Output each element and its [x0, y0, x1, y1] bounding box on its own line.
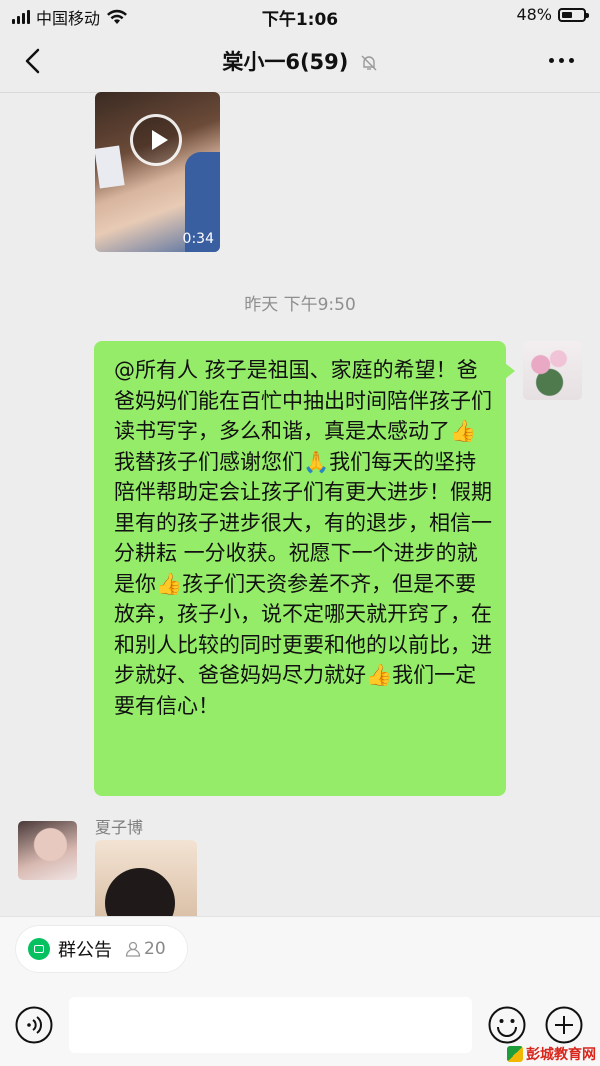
video-message[interactable]: 0:34 [95, 92, 220, 252]
watermark-logo-icon [507, 1046, 523, 1062]
emoji-icon[interactable] [488, 1006, 526, 1044]
mute-bell-icon [361, 55, 377, 71]
battery-icon [558, 7, 589, 22]
my-avatar[interactable] [523, 341, 582, 400]
plus-icon[interactable] [545, 1006, 583, 1044]
site-watermark: 彭城教育网 [507, 1043, 596, 1065]
more-options-icon[interactable] [549, 58, 574, 63]
video-duration: 0:34 [182, 231, 214, 247]
person-icon [125, 941, 141, 957]
chat-screen: 中国移动 下午1:06 48% 棠小一6(59) 0:34 昨天 下午9:50 … [0, 0, 600, 1066]
watermark-text: 彭城教育网 [526, 1047, 596, 1063]
chat-title: 棠小一6(59) [0, 46, 600, 76]
video-scene-paper [95, 145, 125, 189]
status-right: 48% [516, 5, 589, 24]
chat-title-text: 棠小一6(59) [222, 50, 349, 74]
announcement-icon [28, 938, 50, 960]
member-count: 20 [124, 939, 166, 959]
play-icon[interactable] [130, 114, 182, 166]
announcement-label: 群公告 [58, 940, 112, 961]
status-time: 下午1:06 [261, 10, 339, 30]
voice-input-icon[interactable] [15, 1006, 53, 1044]
group-announcement-chip[interactable]: 群公告 20 [16, 926, 187, 972]
message-timestamp: 昨天 下午9:50 [244, 295, 356, 315]
my-message-bubble[interactable]: @所有人 孩子是祖国、家庭的希望！爸爸妈妈们能在百忙中抽出时间陪伴孩子们读书写字… [94, 341, 515, 796]
status-bar: 中国移动 下午1:06 48% [0, 0, 600, 30]
sender-avatar[interactable] [18, 821, 77, 880]
battery-percent: 48% [516, 5, 552, 24]
photo-message[interactable] [95, 840, 197, 920]
message-input[interactable] [69, 997, 472, 1053]
nav-bar: 棠小一6(59) [0, 30, 600, 93]
member-count-value: 20 [144, 939, 166, 959]
sender-name: 夏子博 [95, 818, 144, 837]
